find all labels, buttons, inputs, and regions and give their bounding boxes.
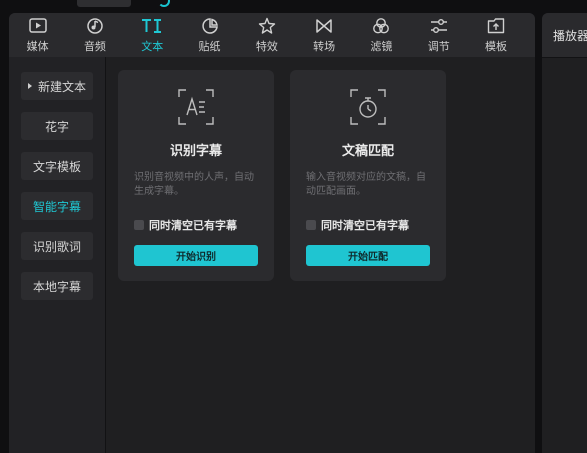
sidebar-item-label: 识别歌词 <box>32 239 81 254</box>
tool-label: 音频 <box>83 40 106 53</box>
tool-label: 文本 <box>141 40 164 53</box>
tool-transition[interactable]: 转场 <box>295 13 352 57</box>
title-bar <box>0 0 587 10</box>
text-match-card: 文稿匹配 输入音视频对应的文稿，自动匹配画面。 同时清空已有字幕 开始匹配 <box>290 70 446 281</box>
status-indicator-icon <box>158 0 170 7</box>
category-toolbar: 媒体 音频 文本 贴纸 特效 转场 滤镜 调节 模板 <box>9 13 535 57</box>
top-tab[interactable] <box>77 0 131 7</box>
card-title: 识别字幕 <box>169 144 222 159</box>
card-description: 输入音视频对应的文稿，自动匹配画面。 <box>306 172 426 197</box>
adjust-icon <box>429 16 449 36</box>
caret-right-icon <box>27 83 32 89</box>
tool-label: 特效 <box>255 40 278 53</box>
checkbox-label: 同时清空已有字幕 <box>149 219 237 232</box>
tool-filter[interactable]: 滤镜 <box>353 13 410 57</box>
sidebar-item-recognize-lyrics[interactable]: 识别歌词 <box>21 232 93 260</box>
sidebar-item-local-captions[interactable]: 本地字幕 <box>21 272 93 300</box>
card-description: 识别音视频中的人声，自动生成字幕。 <box>134 172 254 197</box>
sidebar-item-smart-captions[interactable]: 智能字幕 <box>21 192 93 220</box>
player-header: 播放器 <box>542 13 587 58</box>
tool-sticker[interactable]: 贴纸 <box>181 13 238 57</box>
checkbox-box[interactable] <box>134 220 144 230</box>
start-recognition-button[interactable]: 开始识别 <box>134 245 258 266</box>
checkbox-box[interactable] <box>306 220 316 230</box>
clear-existing-captions-checkbox[interactable]: 同时清空已有字幕 <box>134 217 237 233</box>
tool-template[interactable]: 模板 <box>467 13 524 57</box>
sidebar-item-text-template[interactable]: 文字模板 <box>21 152 93 180</box>
sidebar-item-label: 智能字幕 <box>32 199 81 214</box>
template-icon <box>486 16 506 36</box>
tool-label: 转场 <box>313 40 336 53</box>
resource-panel: 媒体 音频 文本 贴纸 特效 转场 滤镜 调节 模板 新建文本 花字 文字模板 … <box>9 13 535 453</box>
tool-label: 滤镜 <box>370 40 393 53</box>
sidebar-item-label: 本地字幕 <box>32 279 81 294</box>
text-category-sidebar: 新建文本 花字 文字模板 智能字幕 识别歌词 本地字幕 <box>9 57 106 453</box>
tool-effects[interactable]: 特效 <box>238 13 295 57</box>
text-match-timer-icon <box>349 88 387 126</box>
media-icon <box>28 16 48 36</box>
tool-audio[interactable]: 音频 <box>66 13 123 57</box>
text-icon <box>140 16 164 36</box>
sidebar-item-label: 花字 <box>44 119 69 134</box>
filter-icon <box>371 16 391 36</box>
effects-icon <box>257 16 277 36</box>
audio-icon <box>85 16 105 36</box>
tool-label: 贴纸 <box>198 40 221 53</box>
player-title: 播放器 <box>553 29 587 43</box>
sidebar-item-new-text[interactable]: 新建文本 <box>21 72 93 100</box>
speech-recognition-icon <box>177 88 215 126</box>
sidebar-item-label: 新建文本 <box>37 79 86 94</box>
recognize-captions-card: 识别字幕 识别音视频中的人声，自动生成字幕。 同时清空已有字幕 开始识别 <box>118 70 274 281</box>
sticker-icon <box>200 16 220 36</box>
tool-label: 调节 <box>427 40 450 53</box>
player-panel: 播放器 <box>542 13 587 453</box>
tool-label: 媒体 <box>26 40 49 53</box>
start-match-button[interactable]: 开始匹配 <box>306 245 430 266</box>
tool-label: 模板 <box>485 40 508 53</box>
tool-adjust[interactable]: 调节 <box>410 13 467 57</box>
card-title: 文稿匹配 <box>341 144 394 159</box>
checkbox-label: 同时清空已有字幕 <box>321 219 409 232</box>
transition-icon <box>314 16 334 36</box>
tool-text[interactable]: 文本 <box>124 13 181 57</box>
sidebar-item-fancy-text[interactable]: 花字 <box>21 112 93 140</box>
smart-captions-content: 识别字幕 识别音视频中的人声，自动生成字幕。 同时清空已有字幕 开始识别 文稿匹… <box>106 57 535 453</box>
clear-existing-captions-checkbox[interactable]: 同时清空已有字幕 <box>306 217 409 233</box>
tool-media[interactable]: 媒体 <box>9 13 66 57</box>
sidebar-item-label: 文字模板 <box>32 159 81 174</box>
